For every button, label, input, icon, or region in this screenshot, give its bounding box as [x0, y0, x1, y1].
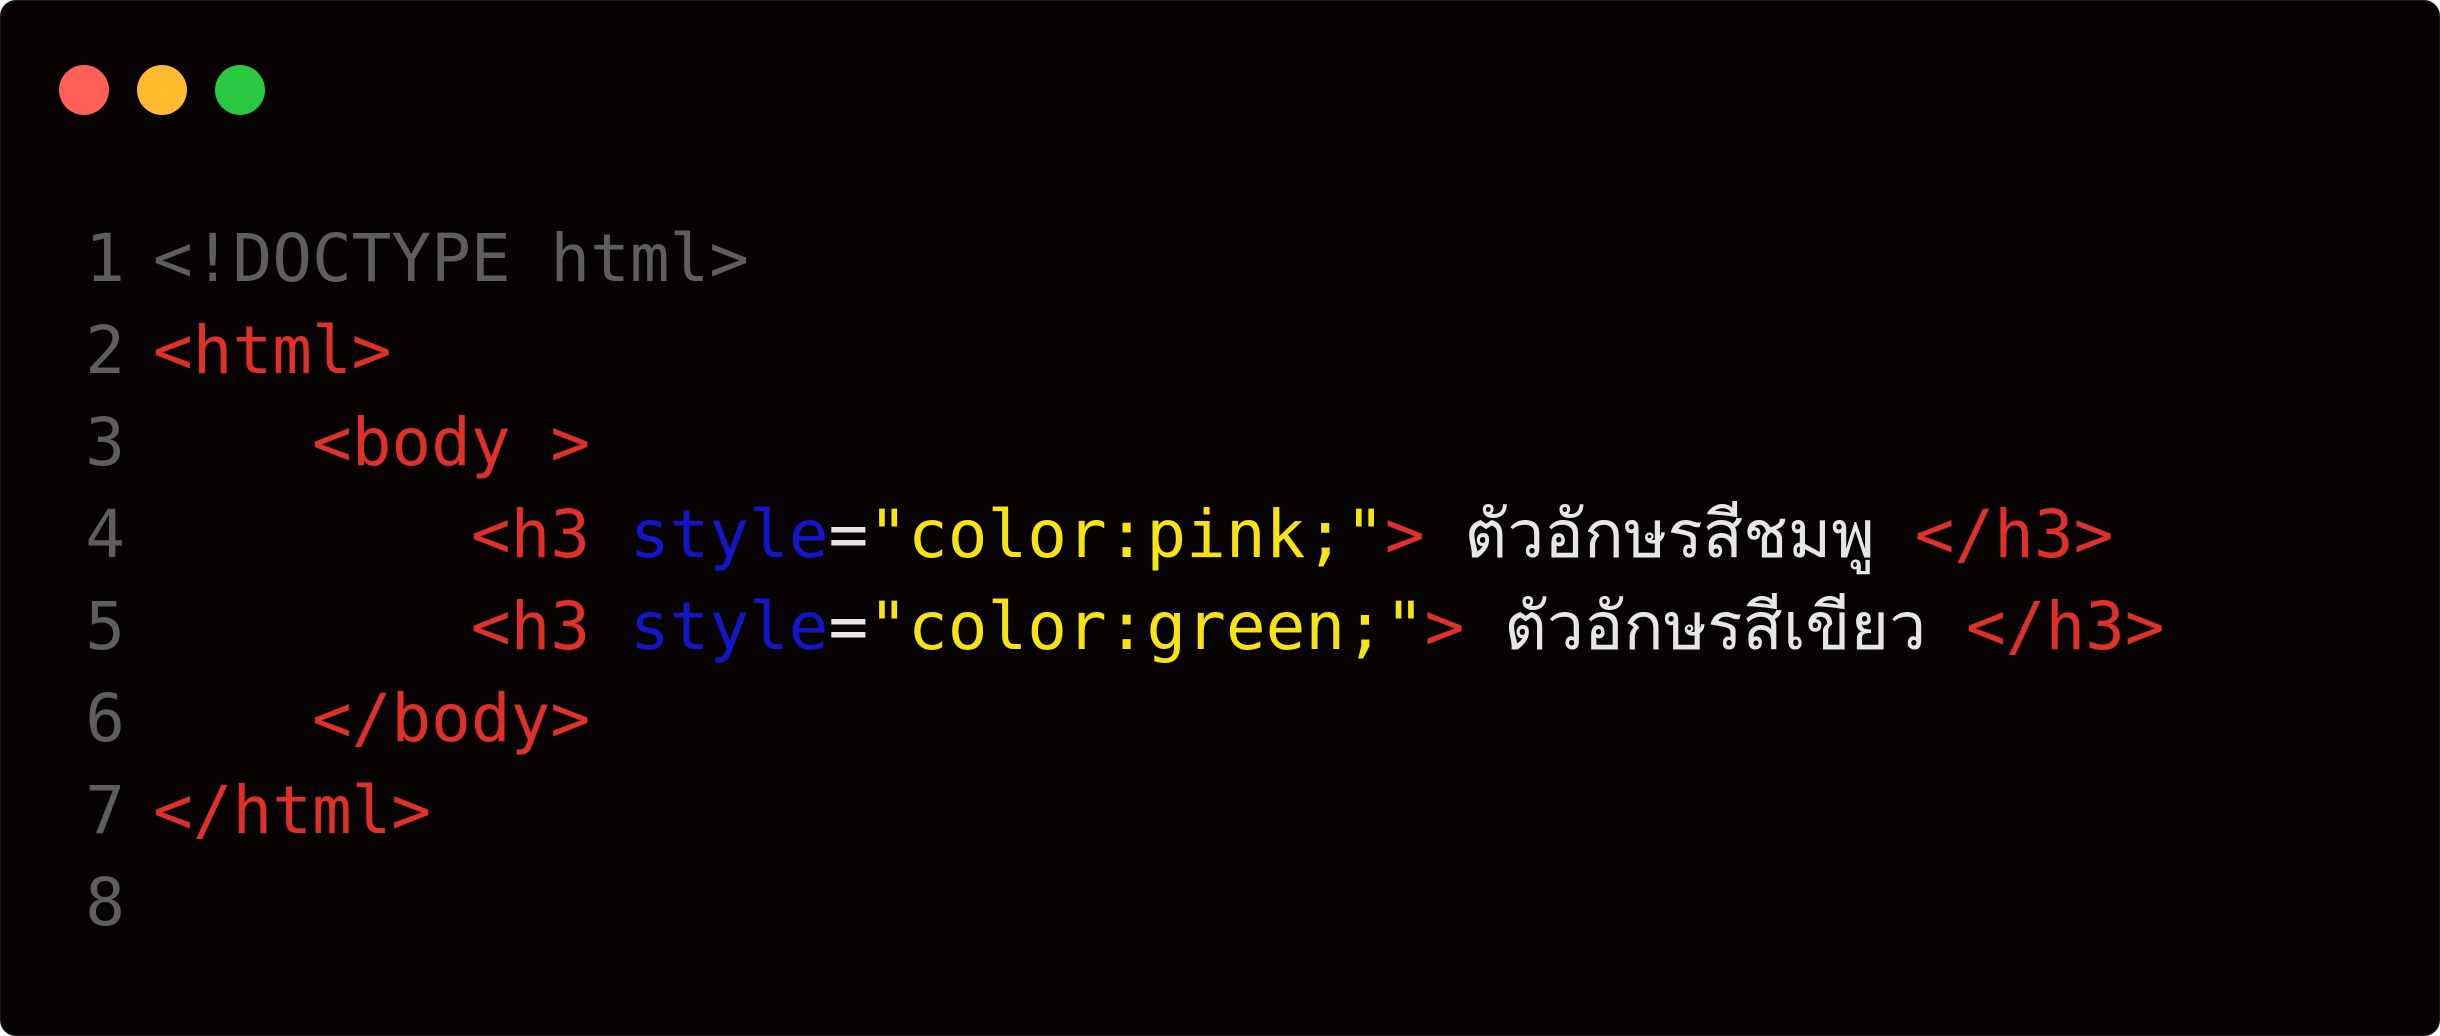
code-line: 2 <html>: [1, 305, 2165, 397]
close-button[interactable]: [59, 65, 109, 115]
token-tag: <h3: [470, 588, 630, 665]
line-number: 7: [85, 772, 125, 849]
line-content: <body >: [153, 397, 590, 489]
token-tag: </html>: [153, 772, 432, 849]
token-attr: style: [629, 588, 829, 665]
token-tag: <h3: [470, 496, 630, 573]
code-line: 6 </body>: [1, 673, 2165, 765]
line-number: 2: [85, 312, 125, 389]
line-content: </html>: [153, 765, 431, 857]
token-text: ตัวอักษรสีชมพู: [1424, 496, 1915, 573]
code-line: 8: [1, 857, 2165, 949]
token-text: ตัวอักษรสีเขียว: [1464, 588, 1966, 665]
token-doctype: <!DOCTYPE html>: [153, 220, 750, 297]
line-number: 4: [85, 496, 125, 573]
token-tag: </h3>: [1914, 496, 2114, 573]
token-punct: =: [828, 588, 869, 665]
token-attr: style: [629, 496, 829, 573]
token-tag: </h3>: [1965, 588, 2165, 665]
line-content: </body>: [153, 673, 590, 765]
code-line: 5 <h3 style="color:green;"> ตัวอักษรสีเข…: [1, 581, 2165, 673]
code-line: 3 <body >: [1, 397, 2165, 489]
maximize-button[interactable]: [215, 65, 265, 115]
line-number: 1: [85, 220, 125, 297]
token-tag: <body >: [311, 404, 591, 481]
minimize-button[interactable]: [137, 65, 187, 115]
line-number: 6: [85, 680, 125, 757]
code-line: 1 <!DOCTYPE html>: [1, 213, 2165, 305]
line-content: <h3 style="color:pink;"> ตัวอักษรสีชมพู …: [153, 489, 2113, 581]
line-number: 8: [85, 864, 125, 941]
line-number: 5: [85, 588, 125, 665]
token-punct: =: [828, 496, 869, 573]
token-tag: >: [1384, 496, 1425, 573]
line-content: <html>: [153, 305, 391, 397]
code-line: 7 </html>: [1, 765, 2165, 857]
line-number: 3: [85, 404, 125, 481]
token-tag: </body>: [311, 680, 591, 757]
line-content: <!DOCTYPE html>: [153, 213, 749, 305]
token-tag: >: [1424, 588, 1465, 665]
window-controls: [59, 65, 265, 117]
token-tag: <html>: [153, 312, 392, 389]
code-block: 1 <!DOCTYPE html> 2 <html> 3 <body >4 <h3 st…: [1, 213, 2165, 949]
token-string: "color:green;": [868, 588, 1425, 665]
code-window: 1 <!DOCTYPE html> 2 <html> 3 <body >4 <h3 st…: [0, 0, 2440, 1036]
line-content: <h3 style="color:green;"> ตัวอักษรสีเขีย…: [153, 581, 2165, 673]
code-line: 4 <h3 style="color:pink;"> ตัวอักษรสีชมพ…: [1, 489, 2165, 581]
token-string: "color:pink;": [868, 496, 1385, 573]
